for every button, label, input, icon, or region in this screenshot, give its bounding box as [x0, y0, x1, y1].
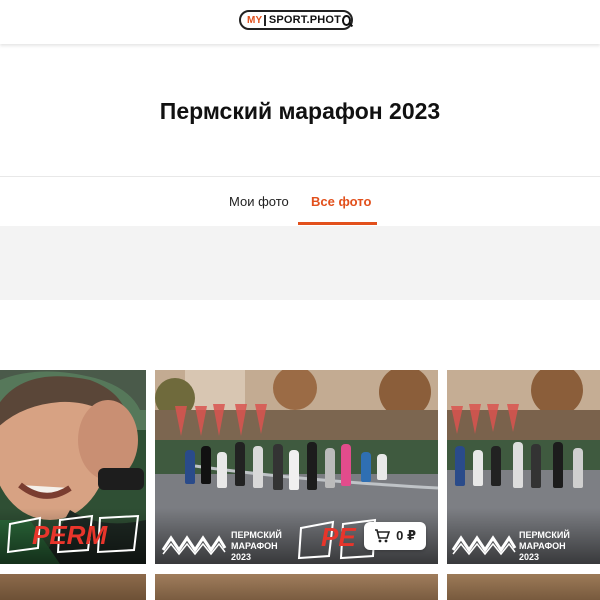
photo-tabs: Мои фото Все фото	[0, 177, 600, 225]
mysport-logo[interactable]: MY SPORT.PHOT	[239, 10, 353, 30]
photo-card[interactable]	[0, 574, 146, 600]
logo-divider	[264, 14, 266, 26]
marathon-zigzag-logo	[451, 535, 517, 556]
photo-card[interactable]	[155, 574, 438, 600]
perm-watermark: PERM	[32, 520, 108, 550]
logo-line-2: МАРАФОН	[231, 541, 278, 551]
top-bar: MY SPORT.PHOT	[0, 0, 600, 44]
price-label: 0 ₽	[396, 528, 416, 543]
logo-line-1: ПЕРМСКИЙ	[519, 530, 570, 540]
photo-card[interactable]: PERM	[0, 370, 146, 564]
runners-crowd	[155, 432, 438, 512]
logo-line-3: 2023	[231, 552, 252, 562]
tab-all-photos[interactable]: Все фото	[311, 194, 371, 209]
logo-line-1: ПЕРМСКИЙ	[231, 530, 282, 540]
tab-my-photos[interactable]: Мои фото	[229, 194, 289, 209]
photo-card[interactable]: ПЕРМСКИЙ МАРАФОН 2023	[447, 370, 600, 564]
cart-icon	[375, 529, 391, 543]
logo-text: SPORT.PHOT	[268, 14, 342, 26]
event-title: Пермский марафон 2023	[159, 98, 441, 124]
logo-line-2: МАРАФОН	[519, 541, 566, 551]
active-tab-indicator	[298, 222, 377, 225]
photo-card[interactable]: ПЕРМСКИЙ МАРАФОН 2023 PE 0 ₽	[155, 370, 438, 564]
filter-area	[0, 226, 600, 300]
logo-my: MY	[247, 14, 263, 26]
marathon-logo-text: ПЕРМСКИЙ МАРАФОН 2023	[519, 530, 570, 563]
event-header: Пермский марафон 2023	[0, 44, 600, 177]
marathon-logo-text: ПЕРМСКИЙ МАРАФОН 2023	[231, 530, 282, 563]
photo-card[interactable]	[447, 574, 600, 600]
runners-crowd	[447, 432, 600, 512]
marathon-zigzag-logo	[161, 535, 227, 556]
magnifier-icon	[342, 14, 351, 26]
logo-line-3: 2023	[519, 552, 540, 562]
perm-watermark: PE	[321, 522, 356, 552]
add-to-cart-button[interactable]: 0 ₽	[364, 522, 426, 550]
